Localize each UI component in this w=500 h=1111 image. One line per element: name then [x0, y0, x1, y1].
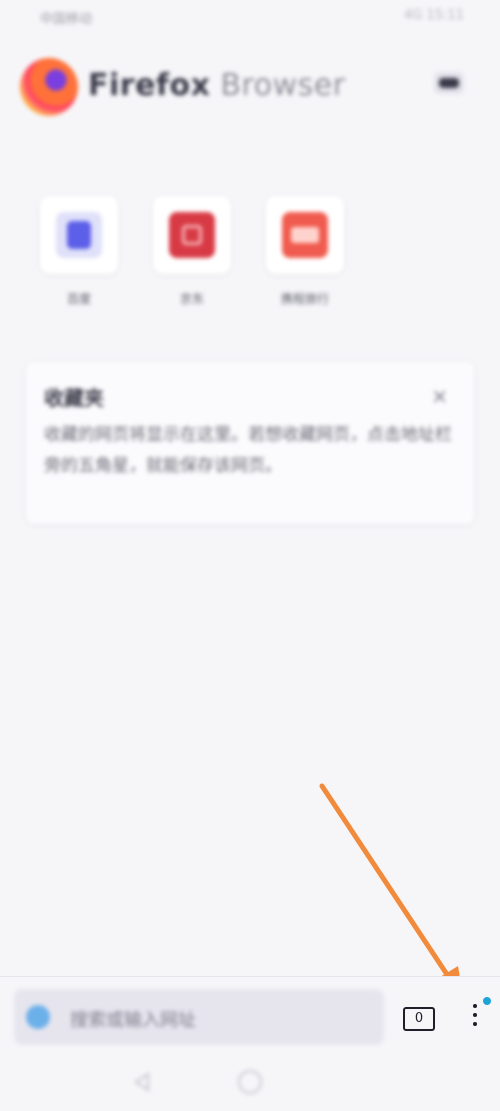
search-engine-icon	[26, 1005, 50, 1029]
address-placeholder: 搜索或输入网址	[70, 1010, 196, 1031]
notification-dot	[483, 997, 491, 1005]
home-icon[interactable]	[238, 1070, 262, 1094]
back-icon[interactable]	[132, 1072, 152, 1092]
tab-counter-button[interactable]: 0	[403, 1007, 435, 1031]
annotation-arrow	[319, 783, 464, 1002]
more-vert-icon	[473, 1004, 478, 1031]
address-bar[interactable]: 搜索或输入网址	[14, 989, 384, 1045]
system-nav-bar	[0, 1054, 500, 1111]
menu-button[interactable]	[462, 997, 491, 1037]
bottom-toolbar: 搜索或输入网址 0	[0, 976, 500, 1055]
